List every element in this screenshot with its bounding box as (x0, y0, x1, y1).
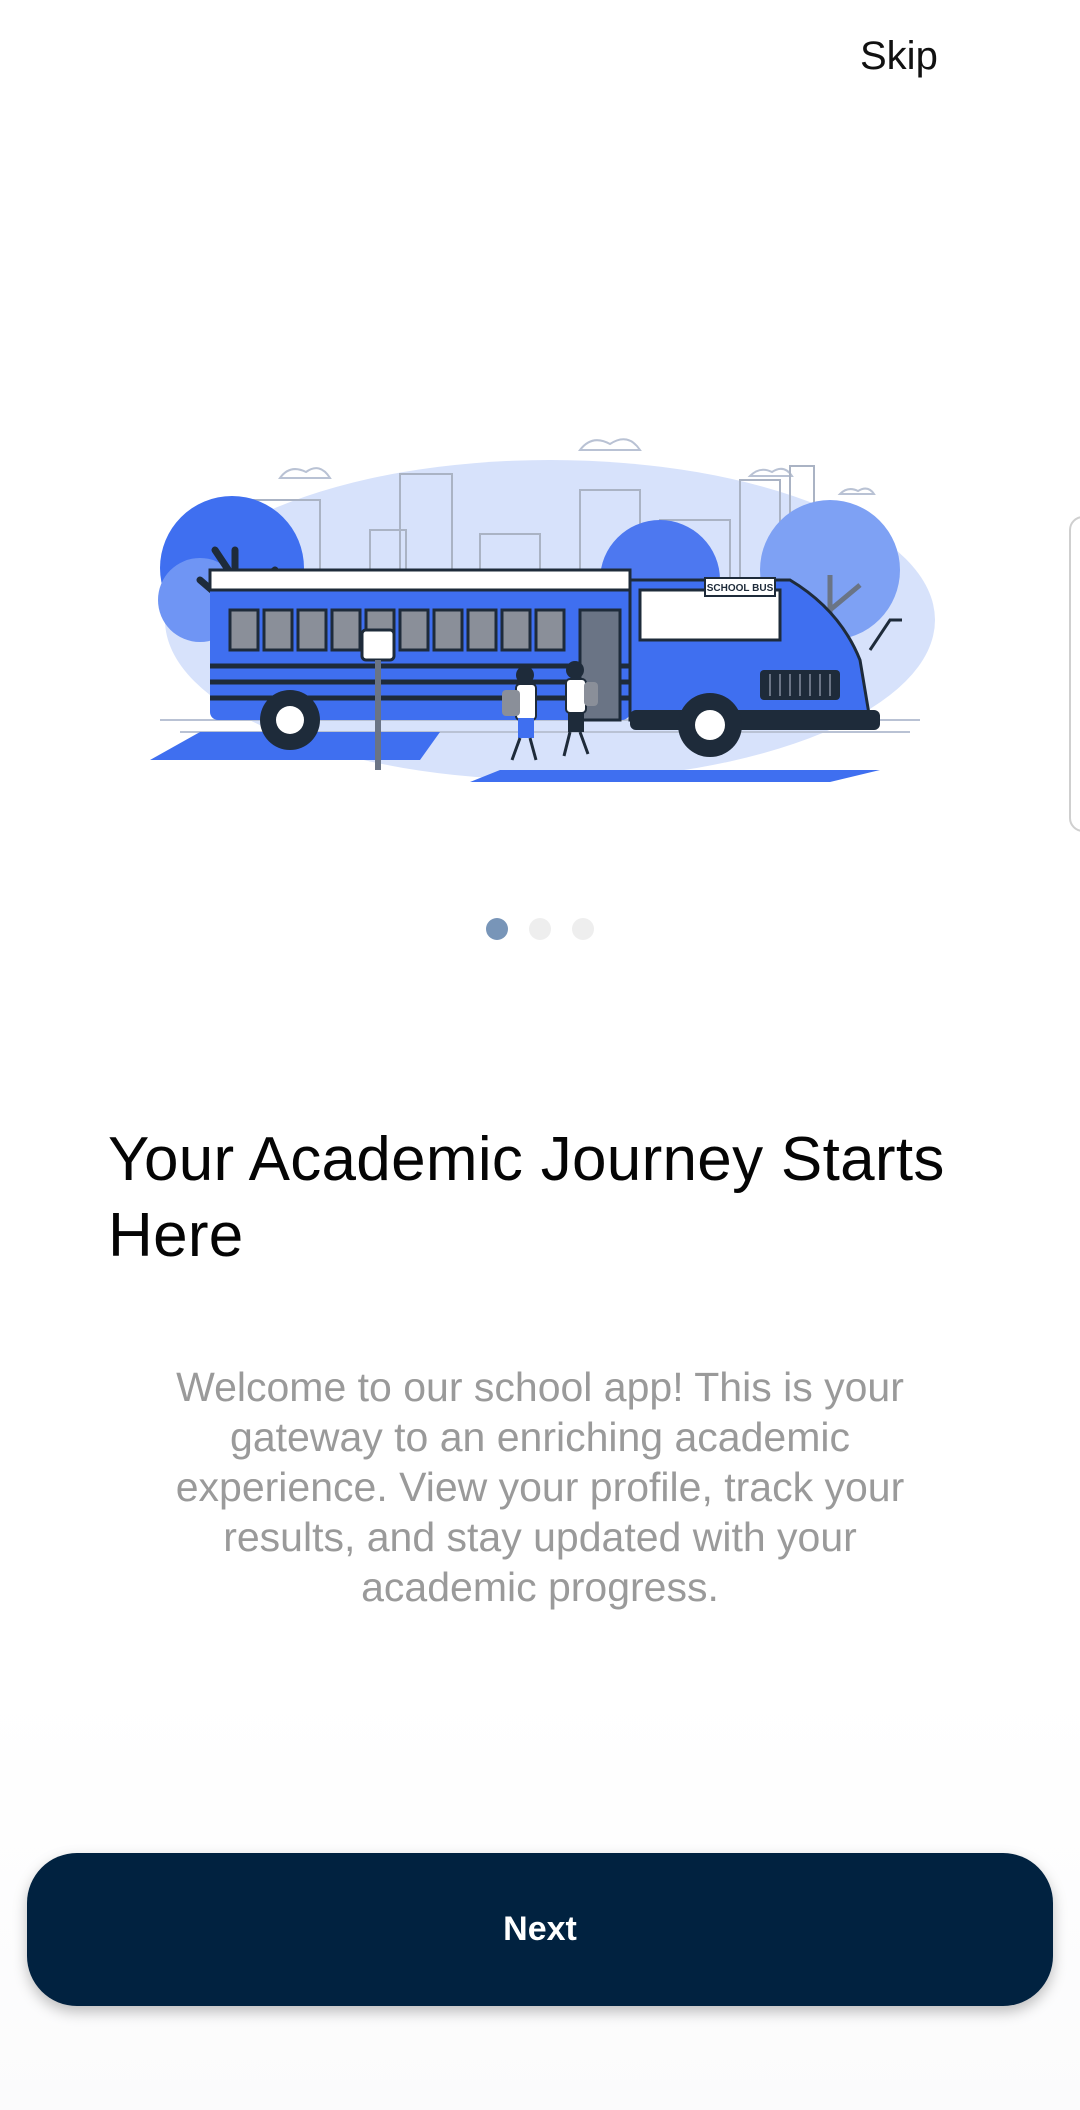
onboarding-title: Your Academic Journey Starts Here (108, 1125, 945, 1270)
svg-text:SCHOOL BUS: SCHOOL BUS (707, 583, 774, 594)
next-slide-peek (1069, 516, 1080, 832)
page-dot-2[interactable] (529, 918, 551, 940)
school-bus-illustration: SCHOOL BUS (150, 438, 935, 782)
page-dot-1[interactable] (486, 918, 508, 940)
page-indicator (486, 918, 594, 940)
onboarding-description: Welcome to our school app! This is your … (175, 1364, 905, 1610)
page-dot-3[interactable] (572, 918, 594, 940)
next-button[interactable]: Next (27, 1853, 1053, 2006)
skip-button[interactable]: Skip (860, 26, 980, 86)
